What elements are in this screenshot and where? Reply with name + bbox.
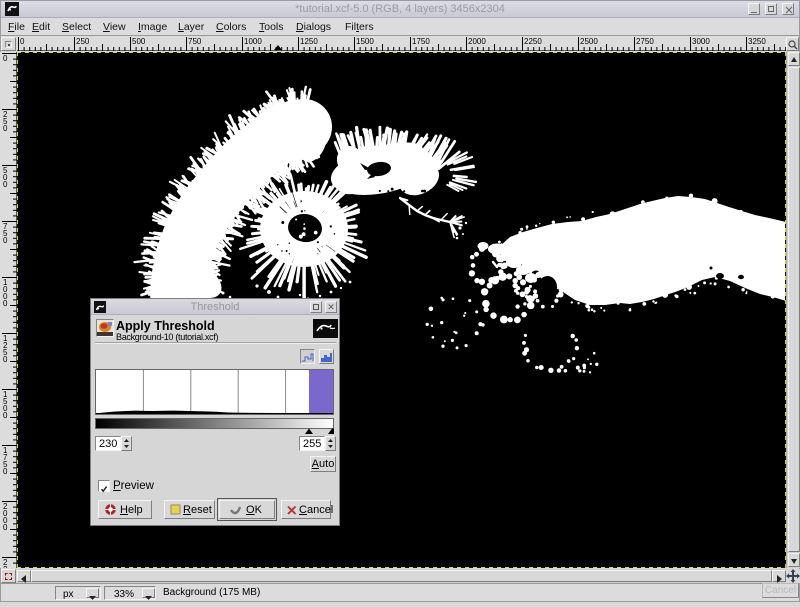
svg-text:0: 0 — [3, 523, 8, 532]
svg-text:1000: 1000 — [244, 37, 262, 46]
svg-text:3000: 3000 — [692, 37, 710, 46]
svg-text:0: 0 — [3, 236, 8, 245]
svg-text:0: 0 — [3, 411, 8, 420]
svg-text:1250: 1250 — [300, 37, 318, 46]
svg-text:0: 0 — [20, 37, 25, 46]
svg-text:2500: 2500 — [580, 37, 598, 46]
svg-text:0: 0 — [3, 54, 8, 63]
svg-text:2: 2 — [3, 565, 8, 568]
svg-text:3250: 3250 — [748, 37, 766, 46]
svg-text:2000: 2000 — [468, 37, 486, 46]
svg-text:1750: 1750 — [412, 37, 430, 46]
svg-text:0: 0 — [3, 180, 8, 189]
svg-text:0: 0 — [3, 124, 8, 133]
svg-text:0: 0 — [3, 355, 8, 364]
svg-text:2250: 2250 — [524, 37, 542, 46]
svg-text:1500: 1500 — [356, 37, 374, 46]
svg-text:0: 0 — [3, 299, 8, 308]
svg-text:250: 250 — [76, 37, 90, 46]
svg-text:2750: 2750 — [636, 37, 654, 46]
svg-text:0: 0 — [3, 467, 8, 476]
svg-text:500: 500 — [132, 37, 146, 46]
svg-text:750: 750 — [188, 37, 202, 46]
